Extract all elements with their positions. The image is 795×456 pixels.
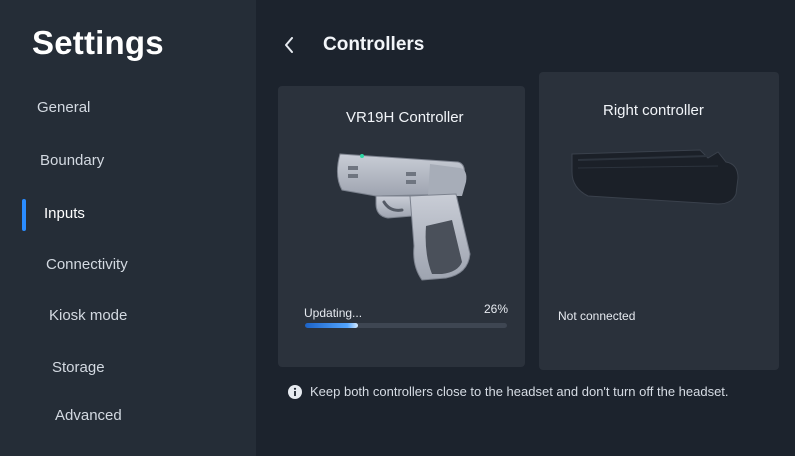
info-text: Keep both controllers close to the heads… xyxy=(310,384,729,399)
active-indicator xyxy=(22,199,26,231)
sidebar-item-storage[interactable]: Storage xyxy=(52,359,105,376)
update-progress-fill xyxy=(305,323,358,328)
sidebar-item-inputs[interactable]: Inputs xyxy=(44,205,85,222)
sidebar-item-general[interactable]: General xyxy=(37,99,90,116)
right-controller-name: Right controller xyxy=(603,102,704,119)
controller-silhouette-image xyxy=(571,149,739,205)
connection-status: Not connected xyxy=(558,309,636,323)
sidebar-item-kiosk-mode[interactable]: Kiosk mode xyxy=(49,307,127,324)
controller-name: VR19H Controller xyxy=(346,109,464,126)
sidebar-item-connectivity[interactable]: Connectivity xyxy=(46,256,128,273)
controller-gun-image xyxy=(336,153,471,281)
update-progress-bar xyxy=(305,323,507,328)
sidebar: Settings General Boundary Inputs Connect… xyxy=(0,0,256,456)
info-notice: Keep both controllers close to the heads… xyxy=(288,384,729,399)
sidebar-item-advanced[interactable]: Advanced xyxy=(55,407,122,424)
sidebar-title: Settings xyxy=(32,24,164,61)
info-icon xyxy=(288,384,302,399)
page-title: Controllers xyxy=(323,34,425,55)
update-progress-percent: 26% xyxy=(484,302,509,316)
back-button[interactable] xyxy=(280,34,298,56)
update-status-label: Updating... xyxy=(304,306,363,320)
chevron-left-icon xyxy=(285,37,293,53)
sidebar-item-boundary[interactable]: Boundary xyxy=(40,152,104,169)
